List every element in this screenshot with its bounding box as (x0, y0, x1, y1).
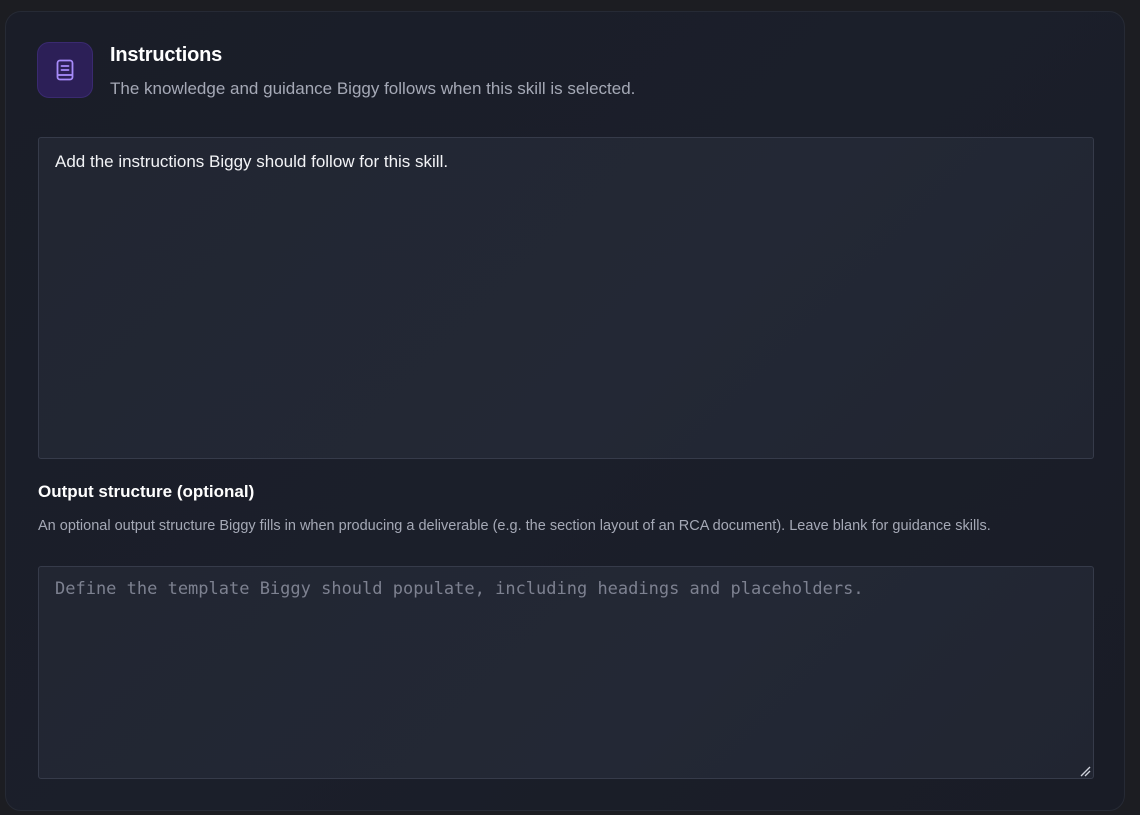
section-subtitle: The knowledge and guidance Biggy follows… (110, 79, 636, 98)
output-structure-label: Output structure (optional) (38, 482, 255, 501)
document-icon (53, 58, 77, 82)
instructions-text[interactable]: Add the instructions Biggy should follow… (55, 152, 448, 171)
output-structure-description: An optional output structure Biggy fills… (38, 518, 991, 534)
output-structure-textarea[interactable] (38, 566, 1094, 779)
section-title: Instructions (110, 44, 223, 66)
instructions-icon-tile (37, 42, 93, 98)
instructions-card: Instructions The knowledge and guidance … (5, 11, 1125, 811)
instructions-textarea[interactable]: Add the instructions Biggy should follow… (38, 137, 1094, 459)
